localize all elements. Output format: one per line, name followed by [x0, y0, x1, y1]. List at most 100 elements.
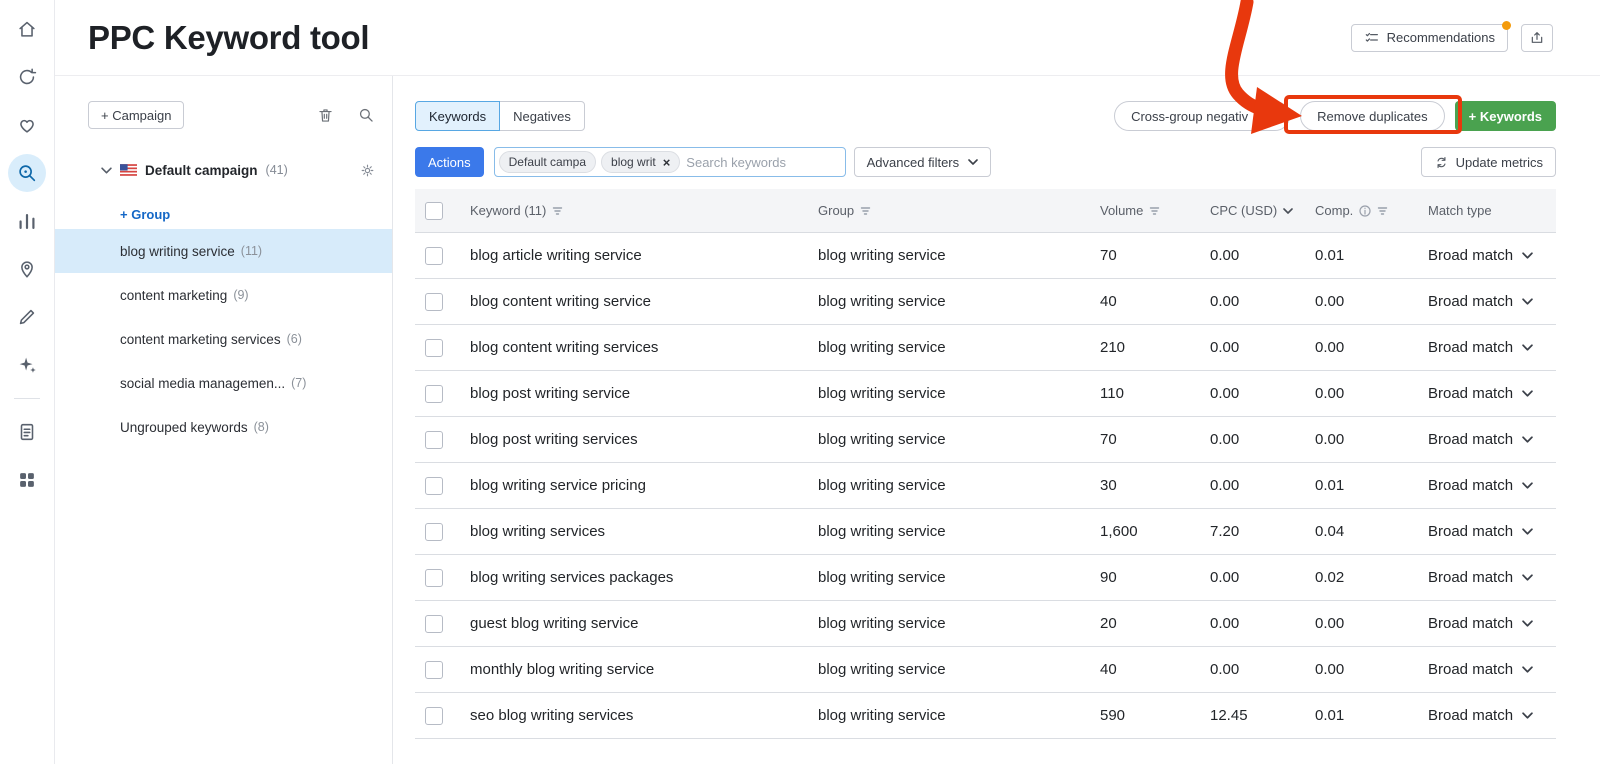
keyword-search-box[interactable]: Default campa blog writ × — [493, 147, 846, 177]
table-row: seo blog writing services blog writing s… — [415, 693, 1556, 739]
volume-cell: 20 — [1100, 615, 1117, 632]
column-header-volume[interactable]: Volume — [1100, 189, 1210, 232]
export-button[interactable] — [1521, 23, 1553, 52]
match-type-dropdown[interactable]: Broad match — [1428, 325, 1556, 370]
select-all-checkbox[interactable] — [425, 201, 443, 220]
table-row: blog content writing service blog writin… — [415, 279, 1556, 325]
group-item[interactable]: content marketing services (6) — [55, 317, 392, 361]
row-checkbox[interactable] — [425, 430, 443, 449]
column-header-cpc[interactable]: CPC (USD) — [1210, 189, 1315, 232]
projects-sync-icon[interactable] — [8, 58, 46, 96]
match-type-label: Broad match — [1428, 615, 1514, 632]
campaign-tree-item[interactable]: Default campaign (41) — [55, 153, 392, 187]
comp-cell: 0.00 — [1315, 385, 1345, 402]
feedback-heart-icon[interactable] — [8, 106, 46, 144]
delete-icon[interactable] — [316, 106, 335, 125]
column-header-keyword[interactable]: Keyword (11) — [470, 189, 818, 232]
keyword-cell: blog writing services — [470, 523, 606, 540]
row-checkbox[interactable] — [425, 476, 443, 495]
volume-cell: 590 — [1100, 707, 1126, 724]
match-type-dropdown[interactable]: Broad match — [1428, 279, 1556, 324]
cpc-cell: 0.00 — [1210, 615, 1240, 632]
add-campaign-button[interactable]: + Campaign — [88, 101, 185, 129]
volume-cell: 70 — [1100, 431, 1117, 448]
add-group-button[interactable]: + Group — [55, 199, 392, 229]
match-type-label: Broad match — [1428, 339, 1514, 356]
group-item[interactable]: blog writing service (11) — [55, 229, 392, 273]
comp-cell: 0.00 — [1315, 339, 1345, 356]
row-checkbox[interactable] — [425, 384, 443, 403]
match-type-dropdown[interactable]: Broad match — [1428, 601, 1556, 646]
match-type-label: Broad match — [1428, 431, 1514, 448]
tab-keywords[interactable]: Keywords — [415, 101, 501, 131]
recommendations-button[interactable]: Recommendations — [1350, 20, 1511, 52]
column-header-group-label: Group — [818, 203, 855, 218]
group-item[interactable]: Ungrouped keywords (8) — [55, 405, 392, 449]
match-type-dropdown[interactable]: Broad match — [1428, 463, 1556, 508]
close-icon[interactable]: × — [663, 156, 671, 169]
group-item-label: content marketing services — [120, 331, 281, 347]
filter-chip[interactable]: Default campa — [498, 151, 597, 173]
chevron-down-icon — [1283, 207, 1293, 214]
group-item[interactable]: content marketing (9) — [55, 273, 392, 317]
add-keywords-button[interactable]: + Keywords — [1454, 101, 1556, 131]
table-row: blog content writing services blog writi… — [415, 325, 1556, 371]
table-header: Keyword (11) Group Volume CPC (USD) Comp… — [415, 189, 1556, 233]
apps-grid-icon[interactable] — [8, 461, 46, 499]
gear-icon[interactable] — [359, 162, 376, 179]
refresh-icon — [1434, 155, 1449, 170]
actions-button[interactable]: Actions — [415, 147, 484, 177]
row-checkbox[interactable] — [425, 292, 443, 311]
column-header-cpc-label: CPC (USD) — [1210, 203, 1278, 218]
tab-negatives[interactable]: Negatives — [499, 101, 585, 131]
chevron-down-icon — [1522, 436, 1533, 443]
home-icon[interactable] — [8, 10, 46, 48]
reports-document-icon[interactable] — [8, 413, 46, 451]
row-checkbox[interactable] — [425, 522, 443, 541]
row-checkbox[interactable] — [425, 660, 443, 679]
match-type-dropdown[interactable]: Broad match — [1428, 371, 1556, 416]
chevron-down-icon[interactable] — [101, 166, 112, 174]
advanced-filters-button[interactable]: Advanced filters — [853, 147, 992, 177]
sort-icon — [1377, 205, 1388, 216]
row-checkbox[interactable] — [425, 338, 443, 357]
map-pin-icon[interactable] — [8, 250, 46, 288]
analytics-bars-icon[interactable] — [8, 202, 46, 240]
column-header-comp[interactable]: Comp. — [1315, 189, 1428, 232]
match-type-label: Broad match — [1428, 293, 1514, 310]
keywords-table: Keyword (11) Group Volume CPC (USD) Comp… — [415, 189, 1556, 739]
filter-chips: Default campa blog writ × — [498, 151, 681, 173]
match-type-dropdown[interactable]: Broad match — [1428, 693, 1556, 738]
keyword-cell: blog content writing service — [470, 293, 651, 310]
match-type-dropdown[interactable]: Broad match — [1428, 647, 1556, 692]
match-type-dropdown[interactable]: Broad match — [1428, 555, 1556, 600]
group-item-count: (9) — [233, 288, 249, 302]
match-type-dropdown[interactable]: Broad match — [1428, 417, 1556, 462]
row-checkbox[interactable] — [425, 246, 443, 265]
filter-chip[interactable]: blog writ × — [601, 151, 681, 173]
match-type-dropdown[interactable]: Broad match — [1428, 509, 1556, 554]
group-cell: blog writing service — [818, 247, 946, 264]
row-checkbox[interactable] — [425, 706, 443, 725]
cpc-cell: 0.00 — [1210, 661, 1240, 678]
checklist-icon — [1364, 30, 1380, 46]
ai-sparkles-icon[interactable] — [8, 346, 46, 384]
row-checkbox[interactable] — [425, 614, 443, 633]
remove-duplicates-button[interactable]: Remove duplicates — [1300, 101, 1445, 131]
writing-pencil-icon[interactable] — [8, 298, 46, 336]
filter-chip-label: blog writ — [611, 155, 656, 169]
cpc-cell: 12.45 — [1210, 707, 1248, 724]
cross-group-negatives-button[interactable]: Cross-group negativ — [1114, 101, 1291, 131]
search-icon[interactable] — [357, 106, 376, 125]
keyword-tool-target-icon[interactable] — [8, 154, 46, 192]
keyword-cell: blog post writing services — [470, 431, 638, 448]
row-checkbox[interactable] — [425, 568, 443, 587]
search-keywords-input[interactable] — [686, 154, 837, 170]
group-item[interactable]: social media managemen... (7) — [55, 361, 392, 405]
update-metrics-button[interactable]: Update metrics — [1420, 147, 1556, 177]
column-header-group[interactable]: Group — [818, 189, 1100, 232]
main-content: Keywords Negatives Cross-group negativ R… — [393, 76, 1600, 764]
group-item-count: (8) — [253, 420, 269, 434]
table-row: monthly blog writing service blog writin… — [415, 647, 1556, 693]
match-type-dropdown[interactable]: Broad match — [1428, 233, 1556, 278]
